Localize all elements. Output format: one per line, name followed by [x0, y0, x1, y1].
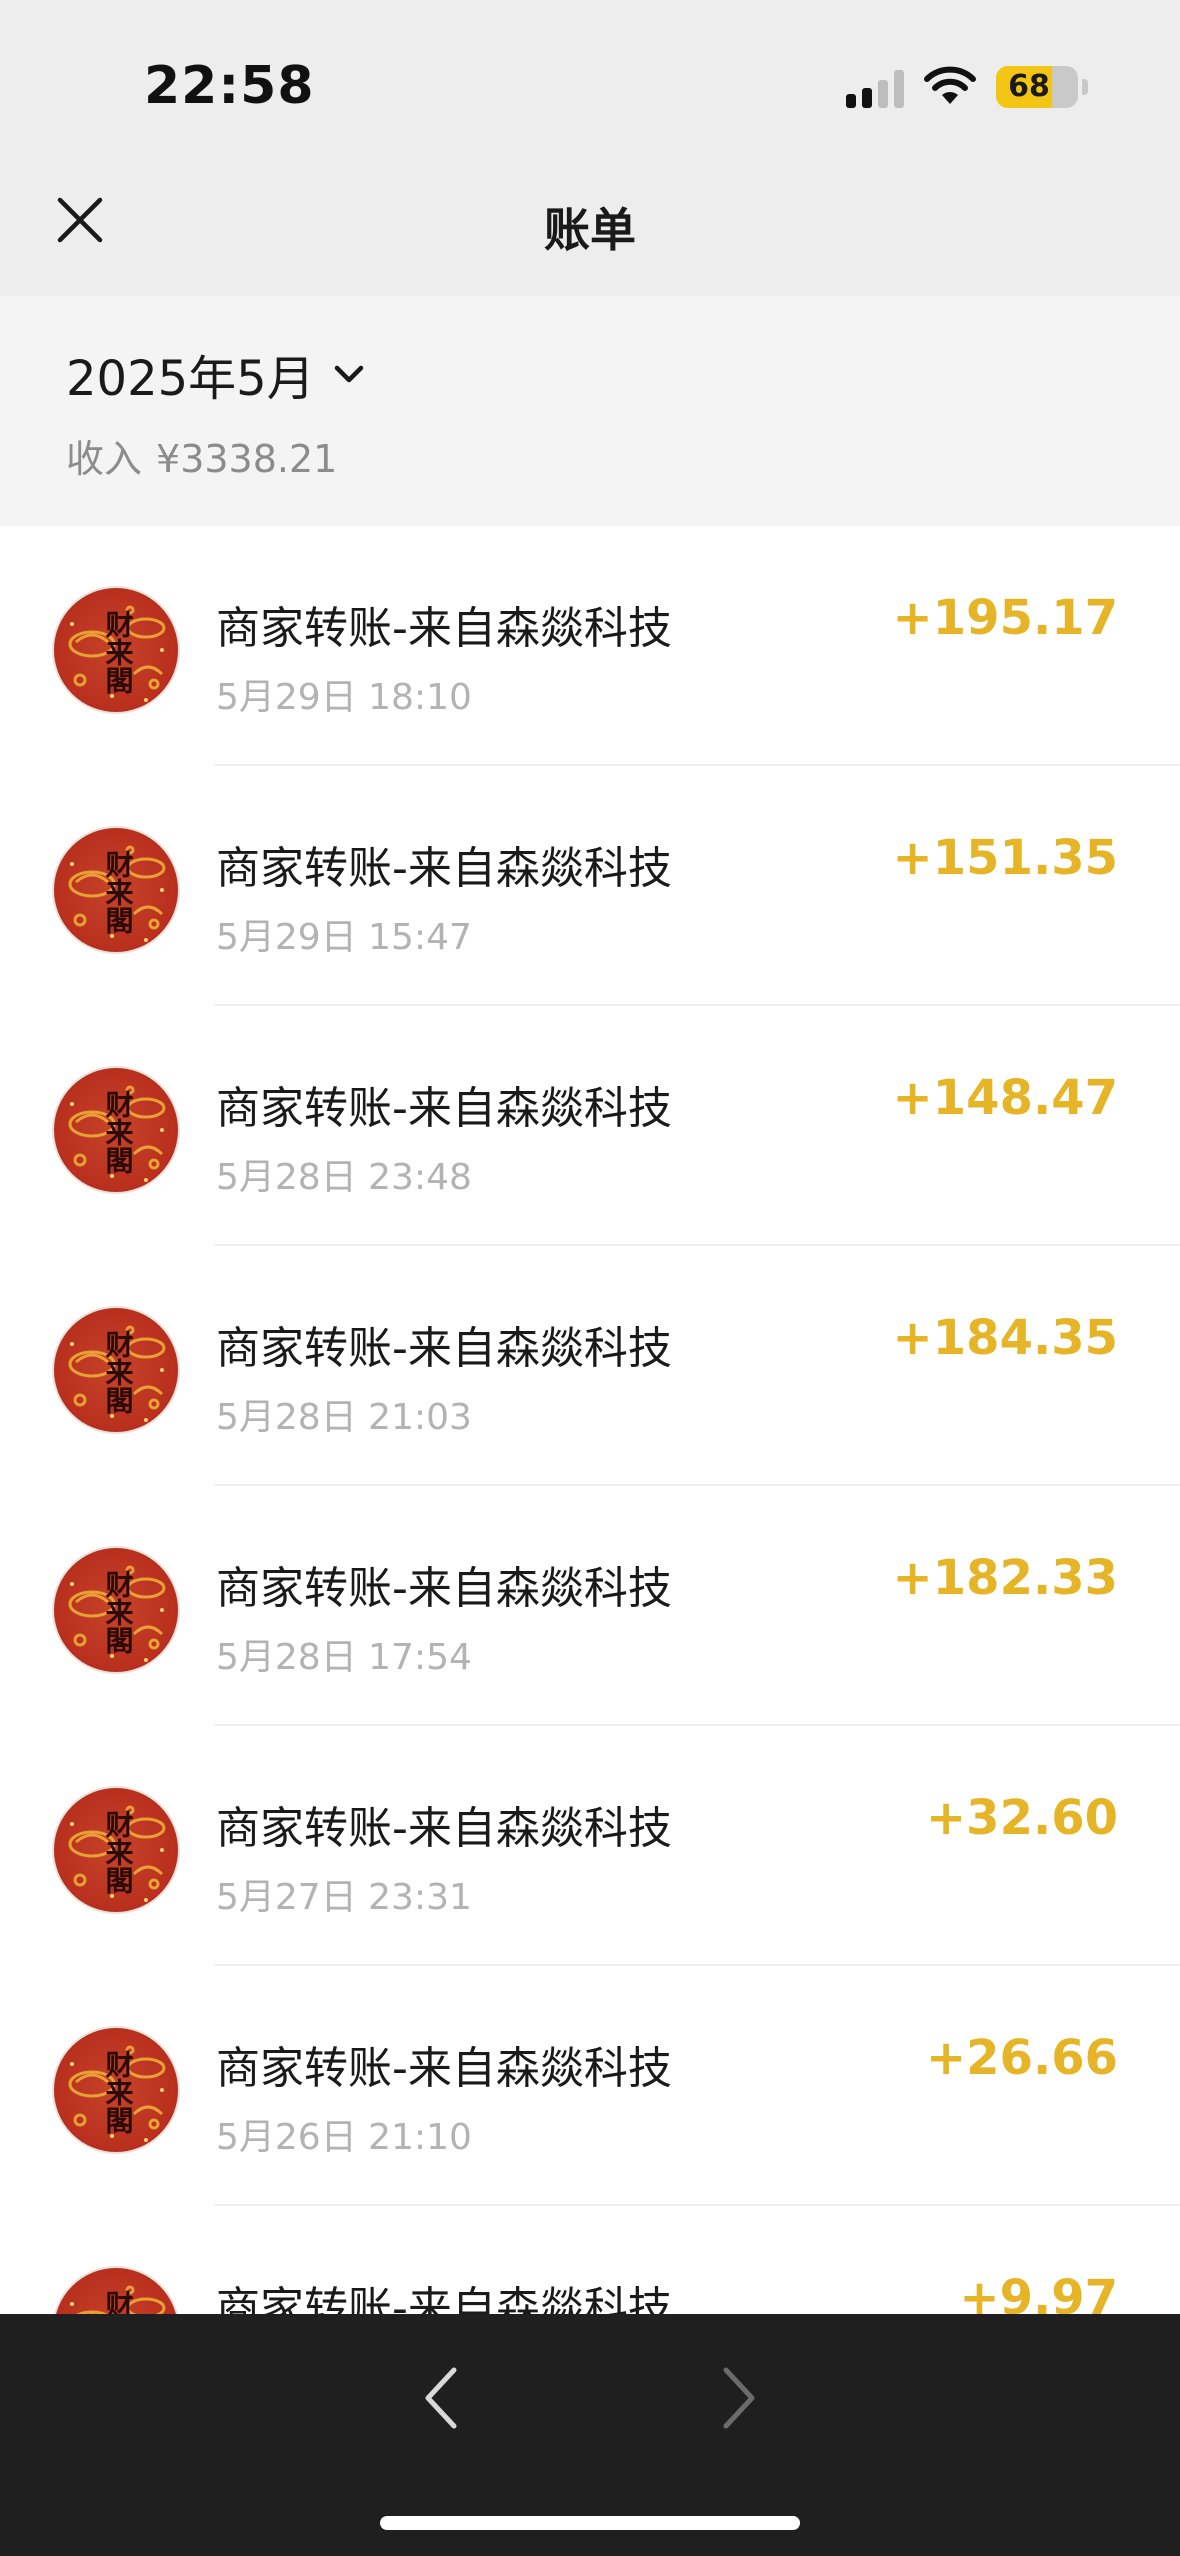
- income-label: 收入: [66, 437, 143, 481]
- transaction-title: 商家转账-来自森燚科技: [216, 1803, 672, 1854]
- battery-cap: [1082, 79, 1088, 95]
- transaction-title: 商家转账-来自森燚科技: [216, 603, 672, 654]
- signal-icon: [846, 68, 904, 108]
- merchant-avatar: 财来閣: [52, 586, 180, 714]
- home-indicator: [380, 2516, 800, 2530]
- battery-icon: 68: [996, 66, 1078, 108]
- transaction-time: 5月29日 15:47: [216, 917, 472, 958]
- merchant-avatar: 财来閣: [52, 1066, 180, 1194]
- month-selector[interactable]: 2025年5月: [66, 344, 367, 407]
- month-header: 2025年5月 收入 ¥3338.21: [0, 296, 1180, 526]
- month-label: 2025年5月: [66, 351, 315, 407]
- avatar-logo-text: 财来閣: [101, 1090, 135, 1174]
- transaction-list: 财来閣 商家转账-来自森燚科技 5月29日 18:10 +195.17 财来閣 …: [0, 526, 1180, 2446]
- transaction-amount: +151.35: [892, 830, 1118, 886]
- chevron-left-icon[interactable]: [410, 2360, 470, 2436]
- avatar-logo-text: 财来閣: [101, 1330, 135, 1414]
- avatar-logo-text: 财来閣: [101, 2050, 135, 2134]
- transaction-title: 商家转账-来自森燚科技: [216, 1323, 672, 1374]
- transaction-title: 商家转账-来自森燚科技: [216, 2043, 672, 2094]
- status-time: 22:58: [144, 56, 315, 116]
- avatar-logo-text: 财来閣: [101, 1570, 135, 1654]
- transaction-title: 商家转账-来自森燚科技: [216, 843, 672, 894]
- transaction-amount: +32.60: [925, 1790, 1118, 1846]
- wifi-icon: [924, 66, 976, 104]
- transaction-row[interactable]: 财来閣 商家转账-来自森燚科技 5月29日 18:10 +195.17: [0, 526, 1180, 766]
- transaction-time: 5月28日 17:54: [216, 1637, 472, 1678]
- merchant-avatar: 财来閣: [52, 1786, 180, 1914]
- transaction-amount: +195.17: [892, 590, 1118, 646]
- chevron-right-icon[interactable]: [710, 2360, 770, 2436]
- income-value: ¥3338.21: [156, 437, 338, 481]
- merchant-avatar: 财来閣: [52, 1306, 180, 1434]
- avatar-logo-text: 财来閣: [101, 850, 135, 934]
- bottom-toolbar: [0, 2314, 1180, 2556]
- transaction-row[interactable]: 财来閣 商家转账-来自森燚科技 5月26日 21:10 +26.66: [0, 1966, 1180, 2206]
- merchant-avatar: 财来閣: [52, 826, 180, 954]
- transaction-time: 5月28日 23:48: [216, 1157, 472, 1198]
- income-summary: 收入 ¥3338.21: [66, 428, 337, 483]
- transaction-amount: +182.33: [892, 1550, 1118, 1606]
- transaction-row[interactable]: 财来閣 商家转账-来自森燚科技 5月27日 23:31 +32.60: [0, 1726, 1180, 1966]
- transaction-title: 商家转账-来自森燚科技: [216, 1083, 672, 1134]
- transaction-time: 5月28日 21:03: [216, 1397, 472, 1438]
- transaction-amount: +26.66: [925, 2030, 1118, 2086]
- transaction-amount: +148.47: [892, 1070, 1118, 1126]
- transaction-amount: +184.35: [892, 1310, 1118, 1366]
- page-title: 账单: [544, 203, 636, 257]
- merchant-avatar: 财来閣: [52, 1546, 180, 1674]
- avatar-logo-text: 财来閣: [101, 610, 135, 694]
- avatar-logo-text: 财来閣: [101, 1810, 135, 1894]
- transaction-time: 5月29日 18:10: [216, 677, 472, 718]
- status-bar: 22:58 68: [0, 0, 1180, 170]
- transaction-title: 商家转账-来自森燚科技: [216, 1563, 672, 1614]
- transaction-row[interactable]: 财来閣 商家转账-来自森燚科技 5月28日 17:54 +182.33: [0, 1486, 1180, 1726]
- nav-bar: 账单: [0, 170, 1180, 296]
- transaction-time: 5月26日 21:10: [216, 2117, 472, 2158]
- transaction-row[interactable]: 财来閣 商家转账-来自森燚科技 5月28日 23:48 +148.47: [0, 1006, 1180, 1246]
- merchant-avatar: 财来閣: [52, 2026, 180, 2154]
- battery-level: 68: [1008, 69, 1050, 104]
- transaction-row[interactable]: 财来閣 商家转账-来自森燚科技 5月29日 15:47 +151.35: [0, 766, 1180, 1006]
- transaction-time: 5月27日 23:31: [216, 1877, 472, 1918]
- transaction-row[interactable]: 财来閣 商家转账-来自森燚科技 5月28日 21:03 +184.35: [0, 1246, 1180, 1486]
- chevron-down-icon: [334, 365, 363, 383]
